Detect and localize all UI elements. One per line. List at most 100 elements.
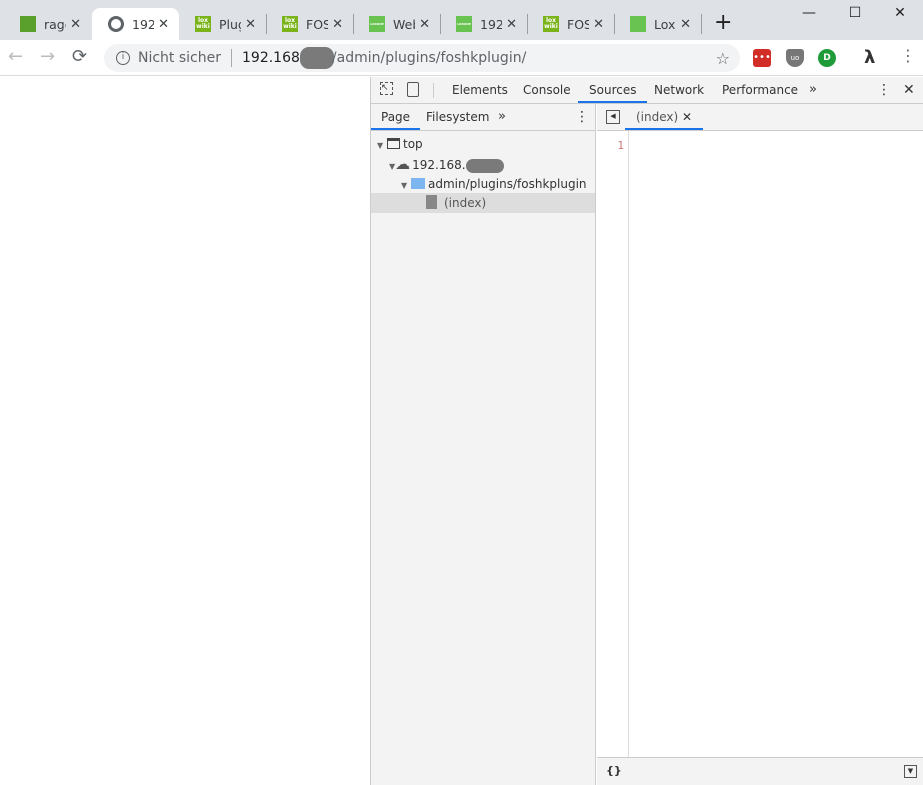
tree-label: 192.168.: [412, 158, 466, 172]
tab-sources[interactable]: Sources: [578, 77, 648, 103]
cloud-icon: ☁: [395, 155, 411, 173]
close-tab-icon[interactable]: ✕: [419, 17, 430, 32]
info-icon[interactable]: i: [116, 51, 130, 65]
tree-item-host[interactable]: ▼☁ 192.168.: [371, 154, 595, 174]
close-tab-icon[interactable]: ✕: [158, 17, 169, 32]
browser-tab[interactable]: LOXONE 192.✕: [440, 8, 527, 40]
loxone-icon: LOXONE: [456, 16, 472, 32]
divider: [231, 49, 232, 67]
forward-button[interactable]: →: [40, 46, 55, 67]
page-viewport: [0, 77, 370, 785]
editor-tab-index[interactable]: (index) ✕: [625, 104, 704, 130]
divider: [433, 83, 434, 98]
loxberry-icon: [630, 16, 646, 32]
maximize-button[interactable]: ☐: [832, 0, 878, 26]
close-tab-icon[interactable]: ✕: [506, 17, 517, 32]
loxwiki-icon: lox wiki: [195, 16, 211, 32]
tab-title: Web: [393, 16, 415, 32]
tab-elements[interactable]: Elements: [441, 77, 519, 103]
more-nav-tabs-icon[interactable]: »: [498, 109, 506, 124]
toggle-drawer-icon[interactable]: ▼: [904, 765, 917, 778]
navigator-menu-icon[interactable]: ⋮: [575, 109, 589, 125]
redacted-ip: [465, 158, 504, 173]
favicon-label: lox wiki: [196, 17, 210, 30]
tree-item-file[interactable]: (index): [371, 193, 595, 213]
tab-title: Plug: [219, 16, 241, 32]
editor-pane: ◀ (index) ✕ 1 {} ▼: [597, 104, 923, 785]
devtools-toolbar: ↖ Elements Console Sources Network Performan…: [371, 77, 923, 104]
tree-label: (index): [444, 196, 487, 210]
new-tab-button[interactable]: +: [714, 10, 732, 35]
tree-label: admin/plugins/foshkplugin: [427, 177, 587, 191]
house-sunglasses-icon: [20, 16, 36, 32]
lambda-extension-icon[interactable]: λ: [864, 47, 875, 68]
close-tab-icon[interactable]: ✕: [245, 17, 256, 32]
browser-tab[interactable]: LoxB ✕: [614, 8, 701, 40]
favicon-label: LOXONE: [370, 21, 384, 26]
security-label: Nicht sicher: [138, 50, 221, 66]
toggle-navigator-icon[interactable]: ◀: [606, 110, 620, 124]
tab-title: 192.: [132, 16, 155, 32]
tab-separator: [701, 14, 702, 34]
tree-item-folder[interactable]: ▼ admin/plugins/foshkplugin: [371, 174, 595, 194]
globe-icon: [108, 16, 124, 32]
favicon-label: lox wiki: [283, 17, 297, 30]
tab-page[interactable]: Page: [371, 104, 421, 130]
close-tab-icon[interactable]: ✕: [70, 17, 81, 32]
folder-icon: [410, 178, 425, 189]
close-devtools-icon[interactable]: ✕: [903, 82, 915, 98]
close-tab-icon[interactable]: ✕: [682, 110, 692, 124]
reload-button[interactable]: ⟳: [72, 46, 87, 67]
browser-tab[interactable]: LOXONE Web ✕: [353, 8, 440, 40]
pretty-print-button[interactable]: {}: [606, 764, 622, 777]
tree-label: top: [402, 137, 423, 151]
favicon-label: lox wiki: [544, 17, 558, 30]
url-path: /admin/plugins/foshkplugin/: [331, 50, 527, 66]
close-tab-icon[interactable]: ✕: [332, 17, 343, 32]
browser-tab[interactable]: lox wiki FOS ✕: [266, 8, 353, 40]
favicon-label: LOXONE: [457, 21, 471, 26]
back-button[interactable]: ←: [8, 46, 23, 67]
inspect-element-icon[interactable]: ↖: [380, 82, 393, 95]
device-toolbar-icon[interactable]: [407, 82, 419, 97]
devtools-panel: ↖ Elements Console Sources Network Performan…: [370, 77, 923, 785]
chrome-menu-icon[interactable]: ⋮: [900, 46, 916, 65]
ublock-extension-icon[interactable]: uo: [786, 49, 804, 67]
navigator-tabs: Page Filesystem » ⋮: [371, 104, 596, 131]
tab-title: rage: [44, 16, 66, 32]
devtools-menu-icon[interactable]: ⋮: [877, 82, 891, 98]
browser-tab[interactable]: lox wiki Plug ✕: [179, 8, 266, 40]
tree-item-top[interactable]: ▼ top: [371, 134, 595, 154]
close-window-button[interactable]: ✕: [877, 0, 923, 26]
close-tab-icon[interactable]: ✕: [680, 17, 691, 32]
loxwiki-icon: lox wiki: [543, 16, 559, 32]
more-tabs-icon[interactable]: »: [809, 82, 817, 97]
tab-console[interactable]: Console: [512, 77, 582, 103]
file-icon: [426, 195, 437, 209]
editor-tabs: ◀ (index) ✕: [597, 104, 923, 131]
minimize-button[interactable]: —: [786, 0, 832, 26]
lastpass-extension-icon[interactable]: •••: [753, 49, 771, 67]
tab-title: FOS: [567, 16, 590, 32]
line-number: 1: [617, 139, 624, 152]
loxwiki-icon: lox wiki: [282, 16, 298, 32]
tab-network[interactable]: Network: [643, 77, 715, 103]
navigator-pane: Page Filesystem » ⋮ ▼ top ▼☁ 192.168. ▼ a…: [371, 104, 596, 785]
editor-status-bar: {} ▼: [597, 757, 923, 785]
bookmark-star-icon[interactable]: ☆: [716, 49, 730, 68]
tab-title: LoxB: [654, 16, 676, 32]
ghostery-extension-icon[interactable]: D: [818, 49, 836, 67]
close-tab-icon[interactable]: ✕: [593, 17, 604, 32]
editor-tab-label: (index): [636, 110, 679, 124]
address-bar[interactable]: i Nicht sicher 192.168/admin/plugins/fos…: [104, 44, 740, 72]
tab-strip: rage✕192.✕lox wikiPlug✕lox wikiFOS✕LOXON…: [0, 0, 923, 40]
browser-tab[interactable]: rage ✕: [4, 8, 91, 40]
browser-tab[interactable]: lox wiki FOS ✕: [527, 8, 614, 40]
code-area[interactable]: [630, 131, 923, 757]
browser-tab[interactable]: 192.✕: [92, 8, 179, 40]
redacted-ip: [299, 47, 334, 69]
tab-performance[interactable]: Performance: [711, 77, 809, 103]
tab-filesystem[interactable]: Filesystem: [415, 104, 500, 130]
frame-icon: [386, 138, 400, 149]
tab-title: 192.: [480, 16, 503, 32]
